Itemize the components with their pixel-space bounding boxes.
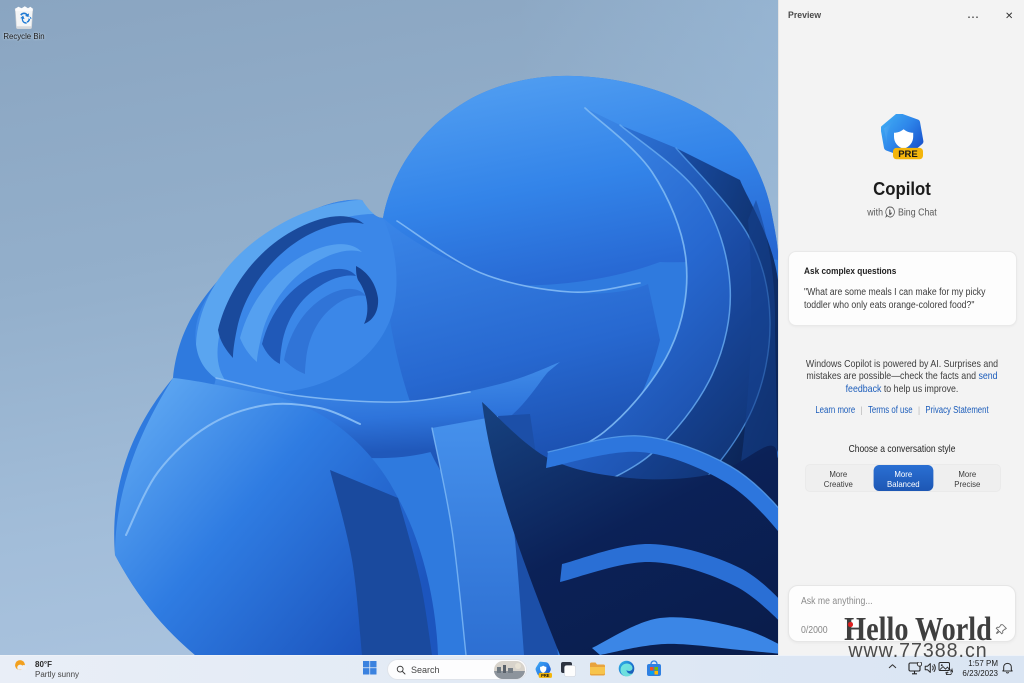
svg-text:PRE: PRE: [898, 149, 918, 160]
svg-text:PRE: PRE: [541, 673, 550, 678]
